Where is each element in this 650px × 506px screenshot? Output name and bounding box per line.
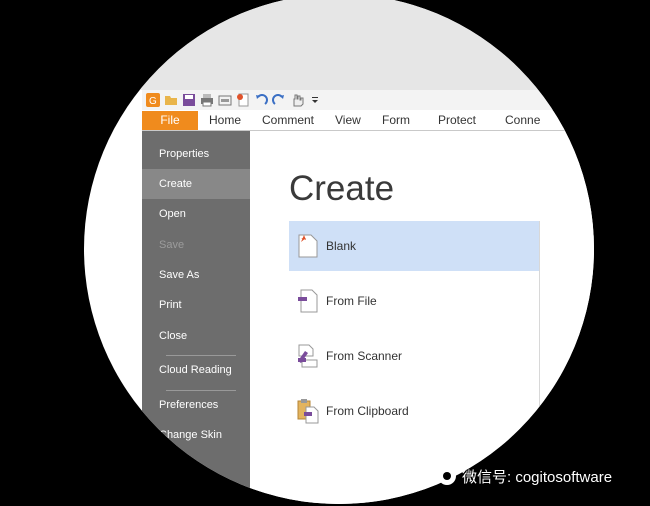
tab-file[interactable]: File <box>142 111 198 130</box>
watermark-text: 微信号: cogitosoftware <box>462 468 613 486</box>
sidebar-item-preferences[interactable]: Preferences <box>142 390 250 420</box>
tab-protect[interactable]: Protect <box>438 111 476 130</box>
tab-view[interactable]: View <box>335 111 361 130</box>
app-window-circle: G File Home Comment View Form Protect Co… <box>84 0 594 504</box>
customize-arrow-icon[interactable] <box>308 93 322 107</box>
app-logo-icon[interactable]: G <box>146 93 160 107</box>
sidebar-item-cloud-reading[interactable]: Cloud Reading <box>142 355 250 385</box>
from-file-icon <box>297 288 319 314</box>
sidebar-item-open[interactable]: Open <box>142 199 250 229</box>
tab-form[interactable]: Form <box>382 111 410 130</box>
hand-tool-icon[interactable] <box>290 93 304 107</box>
tab-comment[interactable]: Comment <box>262 111 314 130</box>
sidebar-item-properties[interactable]: Properties <box>142 139 250 169</box>
sidebar-item-close[interactable]: Close <box>142 321 250 351</box>
undo-icon[interactable] <box>254 93 268 107</box>
option-from-clipboard[interactable]: From Clipboard <box>289 386 539 436</box>
new-icon[interactable] <box>236 93 250 107</box>
svg-text:G: G <box>149 96 157 107</box>
sidebar-item-create[interactable]: Create <box>142 169 250 199</box>
option-label: From Clipboard <box>326 404 409 418</box>
create-panel: Create Blank From File From Scanner From <box>250 131 594 504</box>
open-folder-icon[interactable] <box>164 93 178 107</box>
quick-access-toolbar: G <box>142 90 594 110</box>
panel-divider <box>539 221 540 451</box>
scan-icon[interactable] <box>218 93 232 107</box>
sidebar-item-print[interactable]: Print <box>142 290 250 320</box>
wechat-icon <box>438 467 456 485</box>
option-from-file[interactable]: From File <box>289 276 539 326</box>
page-title: Create <box>289 169 395 208</box>
clipboard-icon <box>297 398 319 424</box>
window-background <box>84 0 594 90</box>
option-label: From Scanner <box>326 349 403 363</box>
watermark: 微信号: cogitosoftware <box>438 462 612 490</box>
print-icon[interactable] <box>200 93 214 107</box>
option-label: Blank <box>326 239 357 253</box>
file-menu-sidebar: Properties Create Open Save Save As Prin… <box>142 131 250 504</box>
option-from-scanner[interactable]: From Scanner <box>289 331 539 381</box>
save-icon[interactable] <box>182 93 196 107</box>
sidebar-item-change-skin[interactable]: Change Skin <box>142 420 250 450</box>
redo-icon[interactable] <box>272 93 286 107</box>
ribbon-tab-bar: File Home Comment View Form Protect Conn… <box>142 111 594 131</box>
sidebar-item-save: Save <box>159 239 185 251</box>
sidebar-item-save-as[interactable]: Save As <box>142 260 250 290</box>
tab-home[interactable]: Home <box>209 111 241 130</box>
option-label: From File <box>326 294 377 308</box>
scanner-icon <box>297 343 319 369</box>
tab-connect[interactable]: Conne <box>505 111 540 130</box>
option-blank[interactable]: Blank <box>289 221 539 271</box>
blank-document-icon <box>297 233 319 259</box>
